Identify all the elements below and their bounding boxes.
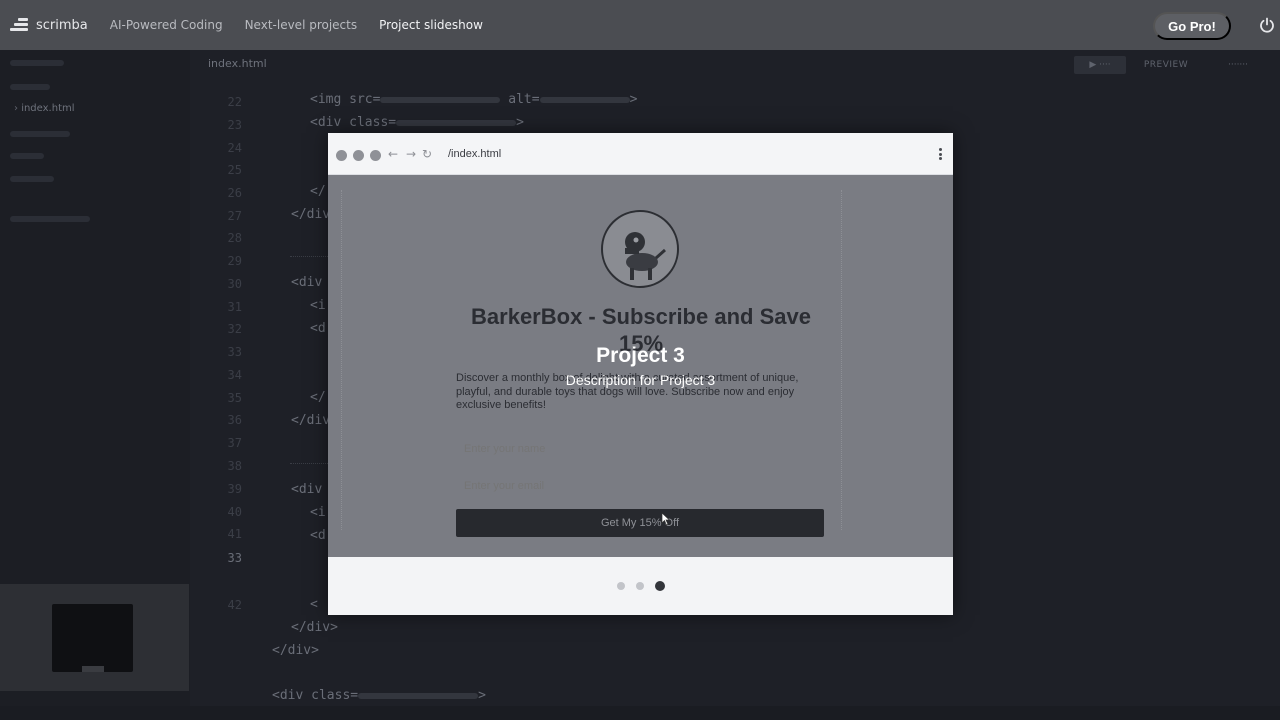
power-icon[interactable] [1259,17,1275,33]
line-number: 38 [227,459,242,473]
line-number: 25 [227,163,242,177]
code-line[interactable]: <div [291,482,322,497]
webcam-feed [0,584,189,691]
line-number: 37 [227,436,242,450]
code-line[interactable]: </ [310,184,326,199]
line-number: 24 [227,141,242,155]
window-control-icon[interactable] [336,150,347,161]
code-line[interactable]: <div [291,275,322,290]
window-control-icon[interactable] [353,150,364,161]
line-number: 26 [227,186,242,200]
browser-toolbar: ← → ↻ /index.html [328,133,953,175]
code-line[interactable]: <i [310,298,326,313]
code-line[interactable]: <div class= > [310,115,524,130]
dog-logo-image [601,210,679,288]
window-control-icon[interactable] [370,150,381,161]
preview-page: BarkerBox - Subscribe and Save 15% Disco… [328,175,953,557]
slide-title: Project 3 [596,344,685,367]
preview-button[interactable]: PREVIEW [1136,56,1196,74]
code-line[interactable]: <d [310,528,326,543]
line-number: 29 [227,254,242,268]
name-input[interactable] [456,436,824,462]
code-line[interactable]: </div> [272,643,319,658]
line-number: 35 [227,391,242,405]
forward-arrow-icon[interactable]: → [406,147,416,161]
line-number: 22 [227,95,242,109]
slide-pager [328,557,953,615]
logo-text: scrimba [36,17,88,33]
line-number: 34 [227,368,242,382]
code-line[interactable]: <img src= alt= > [310,92,637,107]
code-line[interactable]: <i [310,505,326,520]
get-discount-button[interactable]: Get My 15% Off [456,509,824,537]
bottom-bar [0,706,1280,720]
back-arrow-icon[interactable]: ← [388,147,398,161]
breadcrumb-course[interactable]: AI-Powered Coding [110,18,223,32]
preview-modal: ← → ↻ /index.html BarkerBox - Subscribe … [328,133,953,615]
kebab-menu-icon[interactable] [939,148,942,160]
editor-tab[interactable]: index.html [208,57,267,70]
url-bar[interactable]: /index.html [448,148,501,160]
go-pro-button[interactable]: Go Pro! [1153,12,1231,40]
line-number: 27 [227,209,242,223]
pager-dot-2[interactable] [635,582,644,590]
code-line[interactable]: </ [310,390,326,405]
dog-icon [625,232,666,280]
line-number: 42 [227,598,242,612]
line-number: 33 [227,345,242,359]
line-number: 40 [227,505,242,519]
code-line[interactable]: <div class= > [272,688,486,703]
line-number: 23 [227,118,242,132]
pager-dot-3-active[interactable] [654,581,665,591]
run-button[interactable]: ▶ ···· [1074,56,1126,74]
console-button[interactable]: ······· [1210,56,1266,74]
scrimba-logo[interactable]: scrimba [10,18,88,33]
pager-dot-1[interactable] [616,582,625,590]
line-number: 32 [227,322,242,336]
mouse-cursor-icon [661,512,671,526]
slide-description: Description for Project 3 [565,372,716,388]
breadcrumb-lesson[interactable]: Project slideshow [379,18,483,32]
top-nav: scrimba AI-Powered Coding Next-level pro… [0,0,1280,50]
code-line[interactable]: < [310,597,318,612]
scrimba-logo-icon [10,18,28,32]
email-input[interactable] [456,473,824,499]
line-number-highlight: 33 [227,551,242,565]
code-line[interactable]: <d [310,321,326,336]
line-number: 31 [227,300,242,314]
webcam-monitor [52,604,133,672]
code-line[interactable]: </div> [291,620,338,635]
sidebar-file-index[interactable]: › index.html [14,103,75,114]
line-number: 39 [227,482,242,496]
reload-icon[interactable]: ↻ [422,147,432,161]
line-number: 28 [227,231,242,245]
line-number: 30 [227,277,242,291]
line-number: 36 [227,413,242,427]
line-number: 41 [227,527,242,541]
breadcrumb-module[interactable]: Next-level projects [245,18,358,32]
